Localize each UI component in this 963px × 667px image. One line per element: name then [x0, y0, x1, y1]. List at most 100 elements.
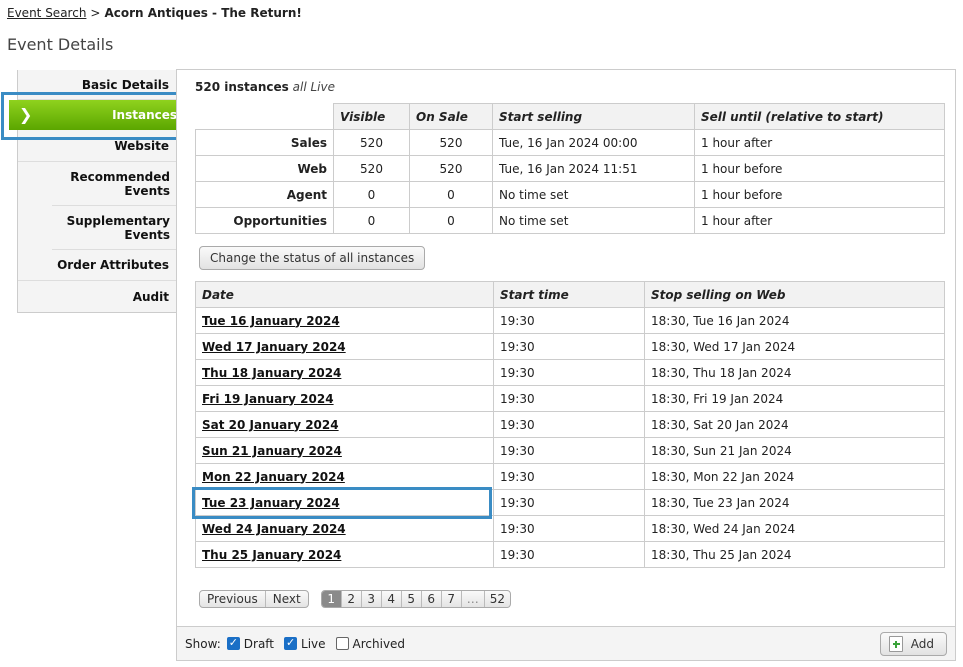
sidebar-item-label: Website: [114, 138, 169, 153]
table-row: Thu 25 January 2024 19:30 18:30, Thu 25 …: [195, 541, 945, 568]
draft-label[interactable]: Draft: [244, 637, 274, 651]
page-button-5[interactable]: 5: [402, 591, 422, 607]
stop-selling-cell: 18:30, Sun 21 Jan 2024: [644, 437, 945, 464]
start-selling: No time set: [492, 207, 695, 234]
page-button-2[interactable]: 2: [342, 591, 362, 607]
page-button-3[interactable]: 3: [362, 591, 382, 607]
table-row: Wed 24 January 2024 19:30 18:30, Wed 24 …: [195, 515, 945, 542]
date-cell: Tue 16 January 2024: [195, 307, 494, 334]
on-sale-count: 0: [409, 181, 493, 208]
sidebar-item-label: Recommended Events: [70, 169, 170, 198]
start-time-cell: 19:30: [493, 359, 645, 386]
instance-date-link[interactable]: Wed 24 January 2024: [202, 522, 346, 536]
page-number-group: 1 2 3 4 5 6 7 … 52: [320, 590, 511, 608]
instance-date-link[interactable]: Sat 20 January 2024: [202, 418, 339, 432]
archived-checkbox[interactable]: [335, 637, 349, 650]
next-button[interactable]: Next: [266, 591, 308, 607]
breadcrumb-event-search-link[interactable]: Event Search: [7, 6, 86, 20]
stop-selling-cell: 18:30, Sat 20 Jan 2024: [644, 411, 945, 438]
date-cell: Tue 23 January 2024: [195, 489, 494, 516]
previous-button[interactable]: Previous: [200, 591, 266, 607]
visible-count: 0: [333, 181, 410, 208]
row-label: Sales: [195, 129, 334, 156]
table-header-row: Date Start time Stop selling on Web: [195, 281, 945, 308]
instance-date-link[interactable]: Thu 18 January 2024: [202, 366, 341, 380]
instance-date-link[interactable]: Tue 16 January 2024: [202, 314, 340, 328]
filter-footer: Show: Draft Live Archived Add: [177, 626, 955, 660]
start-time-cell: 19:30: [493, 411, 645, 438]
draft-checkbox[interactable]: [226, 636, 240, 650]
row-label: Opportunities: [195, 207, 334, 234]
instance-date-link[interactable]: Mon 22 January 2024: [202, 470, 345, 484]
sidebar-item-label: Audit: [132, 289, 169, 304]
show-label: Show:: [185, 636, 221, 651]
start-selling: No time set: [492, 181, 695, 208]
start-time-cell: 19:30: [493, 489, 645, 516]
table-row: Sales 520 520 Tue, 16 Jan 2024 00:00 1 h…: [195, 129, 945, 156]
sidebar-item-basic-details[interactable]: Basic Details: [18, 70, 177, 100]
table-row: Tue 16 January 2024 19:30 18:30, Tue 16 …: [195, 307, 945, 334]
table-header-row: Visible On Sale Start selling Sell until…: [195, 103, 945, 130]
table-header-date: Date: [195, 281, 494, 308]
stop-selling-cell: 18:30, Wed 17 Jan 2024: [644, 333, 945, 360]
start-selling: Tue, 16 Jan 2024 11:51: [492, 155, 695, 182]
instance-date-link[interactable]: Tue 23 January 2024: [202, 496, 340, 510]
table-row: Tue 23 January 2024 19:30 18:30, Tue 23 …: [195, 489, 945, 516]
instance-date-link[interactable]: Thu 25 January 2024: [202, 548, 341, 562]
on-sale-count: 520: [409, 129, 493, 156]
start-time-cell: 19:30: [493, 463, 645, 490]
sidebar-item-label: Order Attributes: [57, 258, 169, 272]
start-time-cell: 19:30: [493, 307, 645, 334]
page-button-6[interactable]: 6: [422, 591, 442, 607]
sidebar-item-website[interactable]: Website: [18, 130, 177, 162]
table-row: Sun 21 January 2024 19:30 18:30, Sun 21 …: [195, 437, 945, 464]
page-button-7[interactable]: 7: [442, 591, 462, 607]
on-sale-count: 520: [409, 155, 493, 182]
sell-until: 1 hour after: [694, 129, 945, 156]
row-label: Agent: [195, 181, 334, 208]
page-button-52[interactable]: 52: [485, 591, 510, 607]
page-ellipsis: …: [462, 591, 485, 607]
date-cell: Thu 18 January 2024: [195, 359, 494, 386]
sidebar-item-instances[interactable]: ❯ Instances: [9, 100, 193, 130]
sidebar-item-label: Basic Details: [81, 77, 169, 92]
instance-date-link[interactable]: Wed 17 January 2024: [202, 340, 346, 354]
add-document-icon: [888, 636, 903, 652]
stop-selling-cell: 18:30, Fri 19 Jan 2024: [644, 385, 945, 412]
date-cell: Sun 21 January 2024: [195, 437, 494, 464]
stop-selling-cell: 18:30, Thu 18 Jan 2024: [644, 359, 945, 386]
start-selling: Tue, 16 Jan 2024 00:00: [492, 129, 695, 156]
sidebar-item-recommended-events[interactable]: Recommended Events: [52, 162, 178, 206]
instance-date-link[interactable]: Fri 19 January 2024: [202, 392, 334, 406]
table-header-blank: [195, 103, 334, 130]
date-cell: Mon 22 January 2024: [195, 463, 494, 490]
sidebar-item-label: Instances: [112, 108, 177, 122]
sidebar-item-supplementary-events[interactable]: Supplementary Events: [52, 206, 178, 250]
instance-date-link[interactable]: Sun 21 January 2024: [202, 444, 342, 458]
sidebar-item-order-attributes[interactable]: Order Attributes: [18, 250, 177, 281]
chevron-right-icon: ❯: [19, 105, 33, 124]
stop-selling-cell: 18:30, Tue 16 Jan 2024: [644, 307, 945, 334]
main-panel: 520 instances all Live Visible On Sale S…: [176, 69, 956, 661]
instance-status-text: all Live: [292, 80, 335, 94]
start-time-cell: 19:30: [493, 333, 645, 360]
sidebar-item-audit[interactable]: Audit: [18, 281, 177, 312]
page-title: Event Details: [7, 35, 114, 54]
table-header-on-sale: On Sale: [409, 103, 493, 130]
page-button-1[interactable]: 1: [321, 591, 342, 607]
start-time-cell: 19:30: [493, 437, 645, 464]
table-row: Agent 0 0 No time set 1 hour before: [195, 181, 945, 208]
date-cell: Fri 19 January 2024: [195, 385, 494, 412]
add-button[interactable]: Add: [879, 632, 947, 656]
table-row: Thu 18 January 2024 19:30 18:30, Thu 18 …: [195, 359, 945, 386]
row-label: Web: [195, 155, 334, 182]
live-label[interactable]: Live: [301, 637, 326, 651]
stop-selling-cell: 18:30, Thu 25 Jan 2024: [644, 541, 945, 568]
table-row: Wed 17 January 2024 19:30 18:30, Wed 17 …: [195, 333, 945, 360]
change-status-button[interactable]: Change the status of all instances: [199, 246, 426, 270]
page-button-4[interactable]: 4: [382, 591, 402, 607]
date-cell: Thu 25 January 2024: [195, 541, 494, 568]
live-checkbox[interactable]: [284, 636, 298, 650]
stop-selling-cell: 18:30, Tue 23 Jan 2024: [644, 489, 945, 516]
archived-label[interactable]: Archived: [353, 637, 406, 651]
